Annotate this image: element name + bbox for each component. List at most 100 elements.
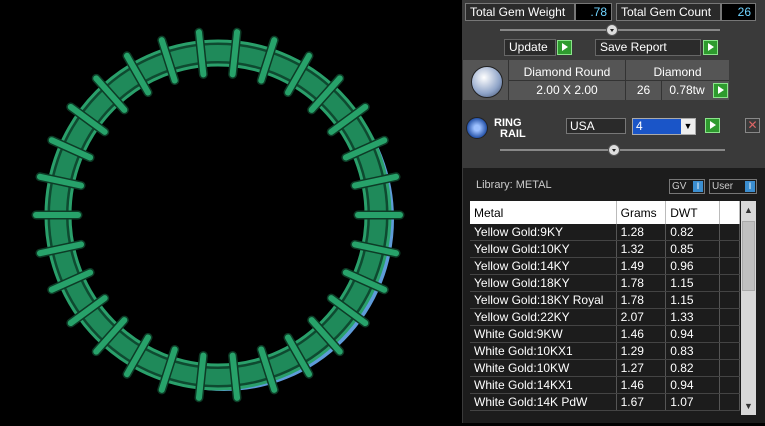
grams-cell: 1.27 (616, 359, 667, 377)
dwt-cell: 0.82 (665, 224, 721, 241)
grams-cell: 1.49 (616, 257, 667, 275)
ring-model[interactable] (0, 0, 462, 423)
metal-name-cell: Yellow Gold:14KY (470, 257, 617, 275)
ring-size-select[interactable]: 4 ▼ (632, 118, 696, 135)
ring-inner-rail (68, 63, 368, 367)
blank-cell (719, 274, 740, 292)
gem-type: Diamond (653, 65, 702, 79)
grams-cell: 1.67 (616, 393, 667, 411)
table-row[interactable]: White Gold:10KW 1.27 0.82 (470, 359, 740, 377)
dwt-cell: 0.82 (665, 359, 721, 377)
gem-go-icon[interactable] (713, 83, 728, 98)
grams-cell: 1.78 (616, 274, 667, 292)
gem-row[interactable]: Diamond Round 2.00 X 2.00 Diamond 26 0.7… (463, 60, 729, 100)
column-header-metal[interactable]: Metal (470, 201, 617, 224)
blank-cell (719, 342, 740, 360)
blank-cell (719, 224, 740, 241)
column-header-dwt[interactable]: DWT (665, 201, 721, 224)
save-report-go-icon[interactable] (703, 40, 718, 55)
metal-name-cell: White Gold:9KW (470, 325, 617, 343)
grams-cell: 1.78 (616, 291, 667, 309)
metal-name-cell: White Gold:10KW (470, 359, 617, 377)
zoom-slider-knob[interactable] (606, 24, 618, 36)
metal-table[interactable]: Metal Grams DWT Yellow Gold:9KY 1.28 0.82 Y… (470, 201, 740, 411)
dwt-cell: 1.15 (665, 274, 721, 292)
gem-total-weight: 0.78tw (669, 83, 705, 97)
table-row[interactable]: Yellow Gold:9KY 1.28 0.82 (470, 224, 740, 241)
library-label: Library: METAL (476, 179, 552, 191)
blank-cell (719, 376, 740, 394)
table-row[interactable]: White Gold:10KX1 1.29 0.83 (470, 342, 740, 360)
metal-name-cell: White Gold:14K PdW (470, 393, 617, 411)
scroll-down-icon[interactable]: ▼ (744, 401, 753, 411)
user-toggle[interactable]: User I (709, 179, 757, 194)
table-row[interactable]: Yellow Gold:10KY 1.32 0.85 (470, 240, 740, 258)
table-header-row: Metal Grams DWT (470, 201, 740, 224)
update-button[interactable]: Update (504, 39, 556, 56)
user-label: User (712, 181, 734, 192)
blank-cell (719, 359, 740, 377)
table-row[interactable]: White Gold:14KX1 1.46 0.94 (470, 376, 740, 394)
rail-slider-knob[interactable] (608, 144, 620, 156)
diamond-round-icon (471, 66, 503, 98)
gem-size: 2.00 X 2.00 (536, 83, 598, 97)
update-go-icon[interactable] (557, 40, 572, 55)
table-row[interactable]: Yellow Gold:18KY Royal 1.78 1.15 (470, 291, 740, 309)
gv-toggle[interactable]: GV I (669, 179, 705, 194)
metal-name-cell: Yellow Gold:18KY (470, 274, 617, 292)
metal-name-cell: Yellow Gold:9KY (470, 224, 617, 241)
blank-cell (719, 325, 740, 343)
3d-viewport[interactable] (0, 0, 462, 423)
grams-cell: 1.32 (616, 240, 667, 258)
grams-cell: 1.46 (616, 376, 667, 394)
ring-size-value: 4 (636, 119, 643, 133)
blank-cell (719, 393, 740, 411)
scrollbar-thumb[interactable] (742, 221, 755, 291)
table-scrollbar[interactable]: ▲ ▼ (741, 201, 756, 415)
ring-icon (466, 117, 488, 139)
scroll-up-icon[interactable]: ▲ (744, 205, 753, 215)
blank-cell (719, 257, 740, 275)
dwt-cell: 1.33 (665, 308, 721, 326)
chevron-down-icon[interactable]: ▼ (681, 119, 695, 134)
column-header-blank (719, 201, 740, 224)
gv-label: GV (672, 181, 687, 192)
dwt-cell: 0.94 (665, 376, 721, 394)
gem-shape: Diamond Round (523, 65, 611, 79)
table-row[interactable]: Yellow Gold:14KY 1.49 0.96 (470, 257, 740, 275)
blank-cell (719, 240, 740, 258)
gem-count: 26 (636, 83, 651, 97)
table-row[interactable]: White Gold:14K PdW 1.67 1.07 (470, 393, 740, 411)
total-gem-count-value: 26 (721, 3, 756, 21)
dwt-cell: 1.15 (665, 291, 721, 309)
table-row[interactable]: Yellow Gold:18KY 1.78 1.15 (470, 274, 740, 292)
save-report-button[interactable]: Save Report (595, 39, 701, 56)
table-row[interactable]: Yellow Gold:22KY 2.07 1.33 (470, 308, 740, 326)
dwt-cell: 0.83 (665, 342, 721, 360)
metal-name-cell: White Gold:10KX1 (470, 342, 617, 360)
total-gem-weight-label: Total Gem Weight (465, 3, 575, 21)
grams-cell: 1.28 (616, 224, 667, 241)
grams-cell: 1.46 (616, 325, 667, 343)
table-row[interactable]: White Gold:9KW 1.46 0.94 (470, 325, 740, 343)
metal-name-cell: Yellow Gold:18KY Royal (470, 291, 617, 309)
metal-name-cell: Yellow Gold:10KY (470, 240, 617, 258)
grams-cell: 1.29 (616, 342, 667, 360)
info-icon: I (693, 181, 703, 192)
dwt-cell: 0.96 (665, 257, 721, 275)
column-header-grams[interactable]: Grams (616, 201, 667, 224)
grams-cell: 2.07 (616, 308, 667, 326)
blank-cell (719, 291, 740, 309)
total-gem-count-label: Total Gem Count (616, 3, 721, 21)
country-field[interactable]: USA (566, 118, 626, 134)
close-icon[interactable]: ✕ (745, 118, 760, 133)
ring-band (50, 45, 386, 385)
metal-name-cell: White Gold:14KX1 (470, 376, 617, 394)
dwt-cell: 1.07 (665, 393, 721, 411)
dwt-cell: 0.85 (665, 240, 721, 258)
total-gem-weight-value: .78 (575, 3, 612, 21)
metal-name-cell: Yellow Gold:22KY (470, 308, 617, 326)
ring-rail-title-line2: RAIL (500, 128, 526, 140)
ring-rail-go-icon[interactable] (705, 118, 720, 133)
info-icon: I (745, 181, 755, 192)
